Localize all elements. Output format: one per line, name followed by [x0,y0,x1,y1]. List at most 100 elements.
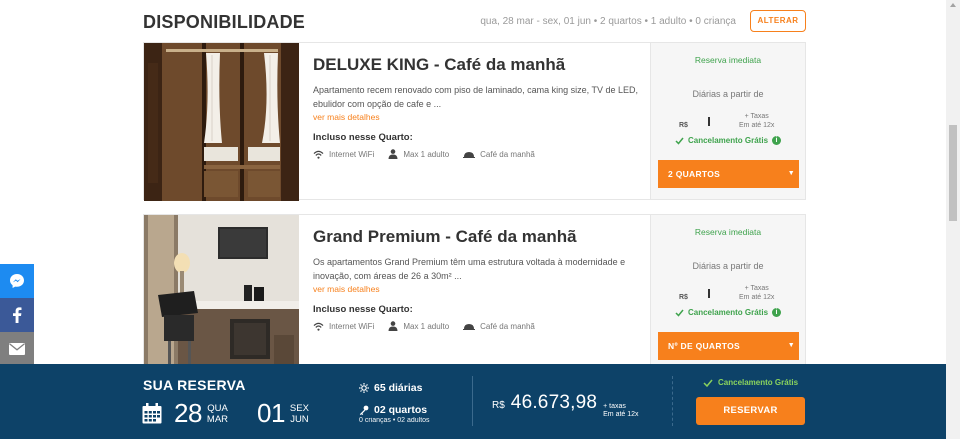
total-taxes-note: + taxas Em até 12x [603,403,638,419]
check-icon [675,309,684,317]
taxes-note: + Taxas Em até 12x [739,284,774,302]
reservation-title: SUA RESERVA [143,377,246,393]
price-from-label: Diárias a partir de [692,89,764,99]
price-loading-indicator [708,289,710,298]
checkout-weekday-month: SEX JUN [290,403,309,425]
room-name[interactable]: DELUXE KING - Café da manhã [313,55,643,75]
room-quantity-value: Nº DE QUARTOS [668,341,741,351]
facebook-icon [13,307,22,323]
cancellation-label: Cancelamento Grátis [687,136,769,145]
messenger-icon [10,274,24,288]
room-info: Grand Premium - Café da manhã Os apartam… [313,227,643,331]
page-scrollbar[interactable] [946,0,960,439]
stay-summary: 65 diárias 02 quartos 0 crianças • 02 ad… [359,382,430,424]
amenities-list: Internet WiFi Max 1 adulto Café da manhã [313,321,643,331]
total-taxes-label: + taxas [603,403,626,410]
total-installments-label: Em até 12x [603,411,639,418]
room-name[interactable]: Grand Premium - Café da manhã [313,227,643,247]
sun-icon [359,383,369,393]
rooms-count: 02 quartos [359,404,430,416]
checkin-date[interactable]: 28 QUA MAR [142,398,228,429]
rooms-label: 02 quartos [374,404,428,416]
cancellation-label: Cancelamento Grátis [687,308,769,317]
info-icon[interactable]: i [772,308,782,317]
free-cancellation: Cancelamento Grátis i [651,308,805,317]
room-card-grand-premium: Grand Premium - Café da manhã Os apartam… [143,214,806,373]
checkin-day: 28 [174,398,202,428]
reservation-free-cancellation: Cancelamento Grátis [703,378,798,387]
reserve-button[interactable]: RESERVAR [696,397,805,425]
amenity-label: Internet WiFi [329,149,375,159]
page-title: DISPONIBILIDADE [143,12,306,32]
checkin-weekday-month: QUA MAR [207,403,228,425]
alter-button[interactable]: ALTERAR [750,10,806,32]
scrollbar-thumb[interactable] [949,125,957,221]
amenity-label: Internet WiFi [329,321,375,331]
amenity-label: Café da manhã [480,321,535,331]
amenity-max-guests: Max 1 adulto [388,149,449,159]
checkout-month: JUN [290,413,309,425]
more-details-link[interactable]: ver mais detalhes [313,112,643,122]
taxes-label: + Taxas [744,285,769,292]
reservation-bar: SUA RESERVA 28 QUA MAR 01 SEX JUN 65 diá… [0,364,946,439]
room-info: DELUXE KING - Café da manhã Apartamento … [313,55,643,159]
amenity-breakfast: Café da manhã [463,150,535,159]
immediate-booking-label: Reserva imediata [694,55,762,65]
checkout-day: 01 [257,398,285,428]
room-photo[interactable] [144,215,299,373]
total-price: R$ 46.673,98 + taxas Em até 12x [492,392,639,419]
immediate-booking-label: Reserva imediata [694,227,762,237]
nights-count: 65 diárias [359,382,430,394]
included-title: Incluso nesse Quarto: [313,132,413,143]
room-description: Os apartamentos Grand Premium têm uma es… [313,257,626,281]
amenities-list: Internet WiFi Max 1 adulto Café da manhã [313,149,643,159]
amenity-wifi: Internet WiFi [313,322,374,331]
installments-label: Em até 12x [739,122,775,129]
email-share-button[interactable] [0,332,34,366]
person-icon [388,321,398,331]
availability-header: DISPONIBILIDADE qua, 28 mar - sex, 01 ju… [143,10,806,34]
room-description: Apartamento recem renovado com piso de l… [313,85,638,109]
info-icon[interactable]: i [772,136,782,145]
amenity-wifi: Internet WiFi [313,150,374,159]
amenity-label: Max 1 adulto [403,149,450,159]
checkout-weekday: SEX [289,402,309,414]
cloche-icon [463,151,476,158]
room-card-deluxe-king: DELUXE KING - Café da manhã Apartamento … [143,42,806,201]
free-cancellation: Cancelamento Grátis i [651,136,805,145]
installments-label: Em até 12x [739,294,775,301]
checkin-month: MAR [206,413,229,425]
cloche-icon [463,323,476,330]
more-details-link[interactable]: ver mais detalhes [313,284,643,294]
total-currency: R$ [492,400,505,411]
key-icon [359,405,369,415]
room-pricing: Reserva imediata Diárias a partir de R$ … [650,43,805,199]
room-pricing: Reserva imediata Diárias a partir de R$ … [650,215,805,371]
included-title: Incluso nesse Quarto: [313,304,413,315]
taxes-label: + Taxas [744,113,769,120]
person-icon [388,149,398,159]
messenger-share-button[interactable] [0,264,34,298]
total-value: 46.673,98 [510,392,598,413]
currency-label: R$ [679,294,688,301]
amenity-max-guests: Max 1 adulto [388,321,449,331]
taxes-note: + Taxas Em até 12x [739,112,774,130]
checkout-date[interactable]: 01 SEX JUN [257,398,309,429]
check-icon [675,137,684,145]
price-loading-indicator [708,117,710,126]
facebook-share-button[interactable] [0,298,34,332]
divider [472,376,473,426]
guests-label: 0 crianças • 02 adultos [359,417,430,424]
room-quantity-select[interactable]: 2 QUARTOS ▼ [658,160,799,188]
scroll-up-arrow-icon[interactable] [950,3,956,7]
caret-down-icon: ▼ [787,170,795,177]
caret-down-icon: ▼ [787,342,795,349]
wifi-icon [313,322,324,331]
room-photo[interactable] [144,43,299,201]
room-quantity-value: 2 QUARTOS [668,169,721,179]
calendar-icon [142,403,162,424]
check-icon [703,379,713,387]
amenity-label: Max 1 adulto [403,321,450,331]
room-quantity-select[interactable]: Nº DE QUARTOS ▼ [658,332,799,360]
search-summary: qua, 28 mar - sex, 01 jun • 2 quartos • … [480,16,736,27]
